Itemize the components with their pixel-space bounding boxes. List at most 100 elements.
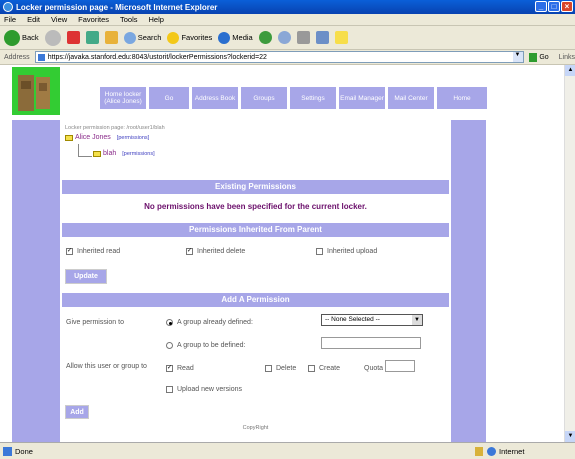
inherited-read-checkbox[interactable]: ✓ [66,248,73,255]
address-bar: Address https://javaka.stanford.edu:8043… [0,50,575,65]
upload-new-checkbox[interactable] [166,386,173,393]
favorites-button[interactable]: Favorites [167,31,212,44]
tree-owner-link[interactable]: Alice Jones [75,134,111,141]
right-sidebar [451,120,486,442]
page-icon [3,446,12,456]
tree-item-child: blah [permissions] [93,150,155,157]
add-button[interactable]: Add [65,405,89,419]
nav-home[interactable]: Home [437,87,487,109]
create-checkbox[interactable] [308,365,315,372]
menu-view[interactable]: View [51,15,67,24]
quota-label: Quota [364,365,384,372]
back-button[interactable]: Back [4,29,39,46]
read-row: ✓ Read [166,365,194,372]
inherited-upload-row: Inherited upload [316,248,377,255]
maximize-button[interactable]: □ [548,1,560,12]
delete-row: Delete [265,365,296,372]
forward-arrow-icon [44,29,61,46]
links-label[interactable]: Links [559,54,575,61]
nav-email-manager[interactable]: Email Manager [339,87,385,109]
media-button[interactable]: Media [218,31,253,44]
nav-mail-center[interactable]: Mail Center [388,87,434,109]
upload-new-row: Upload new versions [166,386,242,393]
owner-permissions-link[interactable]: [permissions] [117,135,149,141]
home-icon[interactable] [104,31,118,44]
group-select[interactable]: -- None Selected -- ▼ [321,314,423,326]
nav-settings[interactable]: Settings [290,87,336,109]
nav-address-book[interactable]: Address Book [192,87,238,109]
tree-child-link[interactable]: blah [103,150,116,157]
menu-bar: File Edit View Favorites Tools Help [0,14,575,26]
child-permissions-link[interactable]: [permissions] [122,151,154,157]
add-permission-header: Add A Permission [62,293,449,307]
scroll-down-icon[interactable]: ▼ [565,431,575,442]
tree-item-owner: Alice Jones [permissions] [65,134,149,141]
menu-file[interactable]: File [4,15,16,24]
group-defined-radio[interactable] [166,319,173,326]
quota-input[interactable] [385,360,415,372]
existing-permissions-header: Existing Permissions [62,180,449,194]
breadcrumb: Locker permission page: /root/user1/blah [65,125,165,131]
read-checkbox[interactable]: ✓ [166,365,173,372]
media-icon [218,31,231,44]
page-content: Home locker (Alice Jones) Go Address Boo… [0,65,564,442]
tree-connector [78,156,92,157]
inherited-delete-row: ✓ Inherited delete [186,248,246,255]
toolbar: Back Search Favorites Media [0,26,575,50]
left-sidebar [12,120,60,442]
search-icon [123,31,136,44]
status-bar: Done Internet [0,442,575,459]
scroll-up-icon[interactable]: ▲ [565,65,575,76]
main-panel: Locker permission page: /root/user1/blah… [62,120,449,442]
zone-text: Internet [499,446,525,456]
group-defined-row: A group already defined: [166,319,253,326]
inherited-read-row: ✓ Inherited read [66,248,121,255]
ie-icon [3,2,13,12]
chevron-down-icon[interactable]: ▼ [512,52,523,62]
globe-icon [487,446,496,456]
delete-checkbox[interactable] [265,365,272,372]
existing-permissions-message: No permissions have been specified for t… [144,202,367,211]
star-icon [167,31,180,44]
messenger-icon[interactable] [334,31,348,44]
inherited-delete-checkbox[interactable]: ✓ [186,248,193,255]
nav-go[interactable]: Go [149,87,189,109]
mail-icon[interactable] [277,31,291,44]
nav-groups[interactable]: Groups [241,87,287,109]
group-to-define-radio[interactable] [166,342,173,349]
vertical-scrollbar[interactable]: ▲ ▼ [564,65,575,442]
forward-button[interactable] [44,29,61,46]
allow-label: Allow this user or group to [66,363,147,370]
edit-icon[interactable] [315,31,329,44]
create-row: Create [308,365,340,372]
update-button[interactable]: Update [65,269,107,284]
window-titlebar: Locker permission page - Microsoft Inter… [0,0,575,14]
inherited-permissions-header: Permissions Inherited From Parent [62,223,449,237]
refresh-icon[interactable] [85,31,99,44]
minimize-button[interactable]: _ [535,1,547,12]
menu-favorites[interactable]: Favorites [78,15,109,24]
go-arrow-icon[interactable] [528,52,538,62]
menu-help[interactable]: Help [149,15,164,24]
lock-icon [475,446,483,456]
copyright: CopyRight [242,425,269,431]
group-to-define-row: A group to be defined: [166,342,246,349]
menu-tools[interactable]: Tools [120,15,138,24]
folder-icon [65,134,73,141]
address-input[interactable]: https://javaka.stanford.edu:8043/ustorit… [34,51,524,63]
menu-edit[interactable]: Edit [27,15,40,24]
tree-connector [78,144,79,156]
history-icon[interactable] [258,31,272,44]
top-nav: Home locker (Alice Jones) Go Address Boo… [100,87,487,109]
folder-icon [93,150,101,157]
inherited-upload-checkbox[interactable] [316,248,323,255]
new-group-input[interactable] [321,337,421,349]
give-permission-label: Give permission to [66,319,124,326]
print-icon[interactable] [296,31,310,44]
close-button[interactable]: × [561,1,573,12]
chevron-down-icon: ▼ [412,315,422,325]
stop-icon[interactable] [66,31,80,44]
nav-home-locker[interactable]: Home locker (Alice Jones) [100,87,146,109]
search-button[interactable]: Search [123,31,161,44]
go-button[interactable]: Go [539,54,548,61]
